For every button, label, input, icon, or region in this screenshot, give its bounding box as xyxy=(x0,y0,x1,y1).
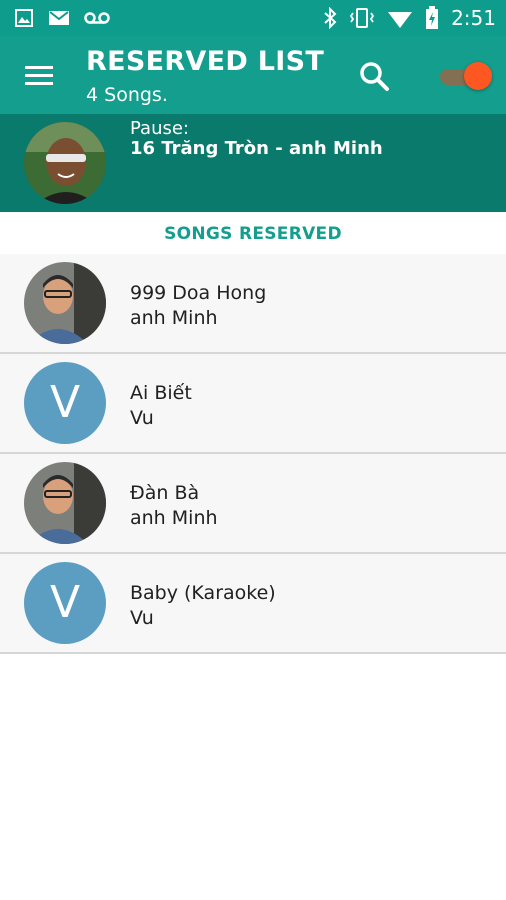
page-title: RESERVED LIST xyxy=(86,46,325,77)
song-avatar-photo xyxy=(24,462,106,544)
song-title: Baby (Karaoke) xyxy=(130,582,276,604)
song-avatar-letter: V xyxy=(24,562,106,644)
song-item[interactable]: V Ai Biết Vu xyxy=(0,354,506,454)
song-artist: Vu xyxy=(130,407,154,429)
image-icon xyxy=(15,9,33,27)
menu-icon xyxy=(25,66,53,85)
song-title: Đàn Bà xyxy=(130,482,200,504)
toggle-thumb xyxy=(464,62,492,90)
song-count: 4 Songs. xyxy=(86,84,168,106)
song-avatar-photo xyxy=(24,262,106,344)
now-playing-panel[interactable]: Pause: 16 Trăng Tròn - anh Minh xyxy=(0,114,506,212)
song-list: 999 Doa Hong anh Minh V Ai Biết Vu Đàn B… xyxy=(0,254,506,654)
song-item[interactable]: Đàn Bà anh Minh xyxy=(0,454,506,554)
song-artist: Vu xyxy=(130,607,154,629)
wifi-icon xyxy=(388,12,413,28)
battery-icon xyxy=(426,6,439,29)
song-title: 999 Doa Hong xyxy=(130,282,267,304)
notification-icons xyxy=(14,8,110,28)
bluetooth-icon xyxy=(324,7,337,29)
song-item[interactable]: V Baby (Karaoke) Vu xyxy=(0,554,506,654)
section-header: SONGS RESERVED xyxy=(0,212,506,254)
vibrate-icon xyxy=(349,8,375,28)
song-artist: anh Minh xyxy=(130,507,218,529)
system-icons: 2:51 xyxy=(323,6,496,30)
song-title: Ai Biết xyxy=(130,382,192,404)
status-bar: 2:51 xyxy=(0,0,506,36)
voicemail-icon xyxy=(84,12,110,24)
user-photo xyxy=(24,262,106,344)
user-photo xyxy=(24,462,106,544)
song-item[interactable]: 999 Doa Hong anh Minh xyxy=(0,254,506,354)
toggle-switch[interactable] xyxy=(438,62,494,92)
search-button[interactable] xyxy=(356,58,392,94)
song-artist: anh Minh xyxy=(130,307,218,329)
app-bar: RESERVED LIST 4 Songs. xyxy=(0,36,506,114)
singer-photo xyxy=(24,122,106,204)
menu-button[interactable] xyxy=(22,58,58,94)
search-icon xyxy=(360,62,389,91)
playback-status: Pause: xyxy=(130,118,190,139)
mail-icon xyxy=(49,11,69,25)
song-avatar-letter: V xyxy=(24,362,106,444)
now-playing-avatar xyxy=(24,122,106,204)
current-song: 16 Trăng Tròn - anh Minh xyxy=(130,138,383,159)
clock: 2:51 xyxy=(451,6,496,30)
